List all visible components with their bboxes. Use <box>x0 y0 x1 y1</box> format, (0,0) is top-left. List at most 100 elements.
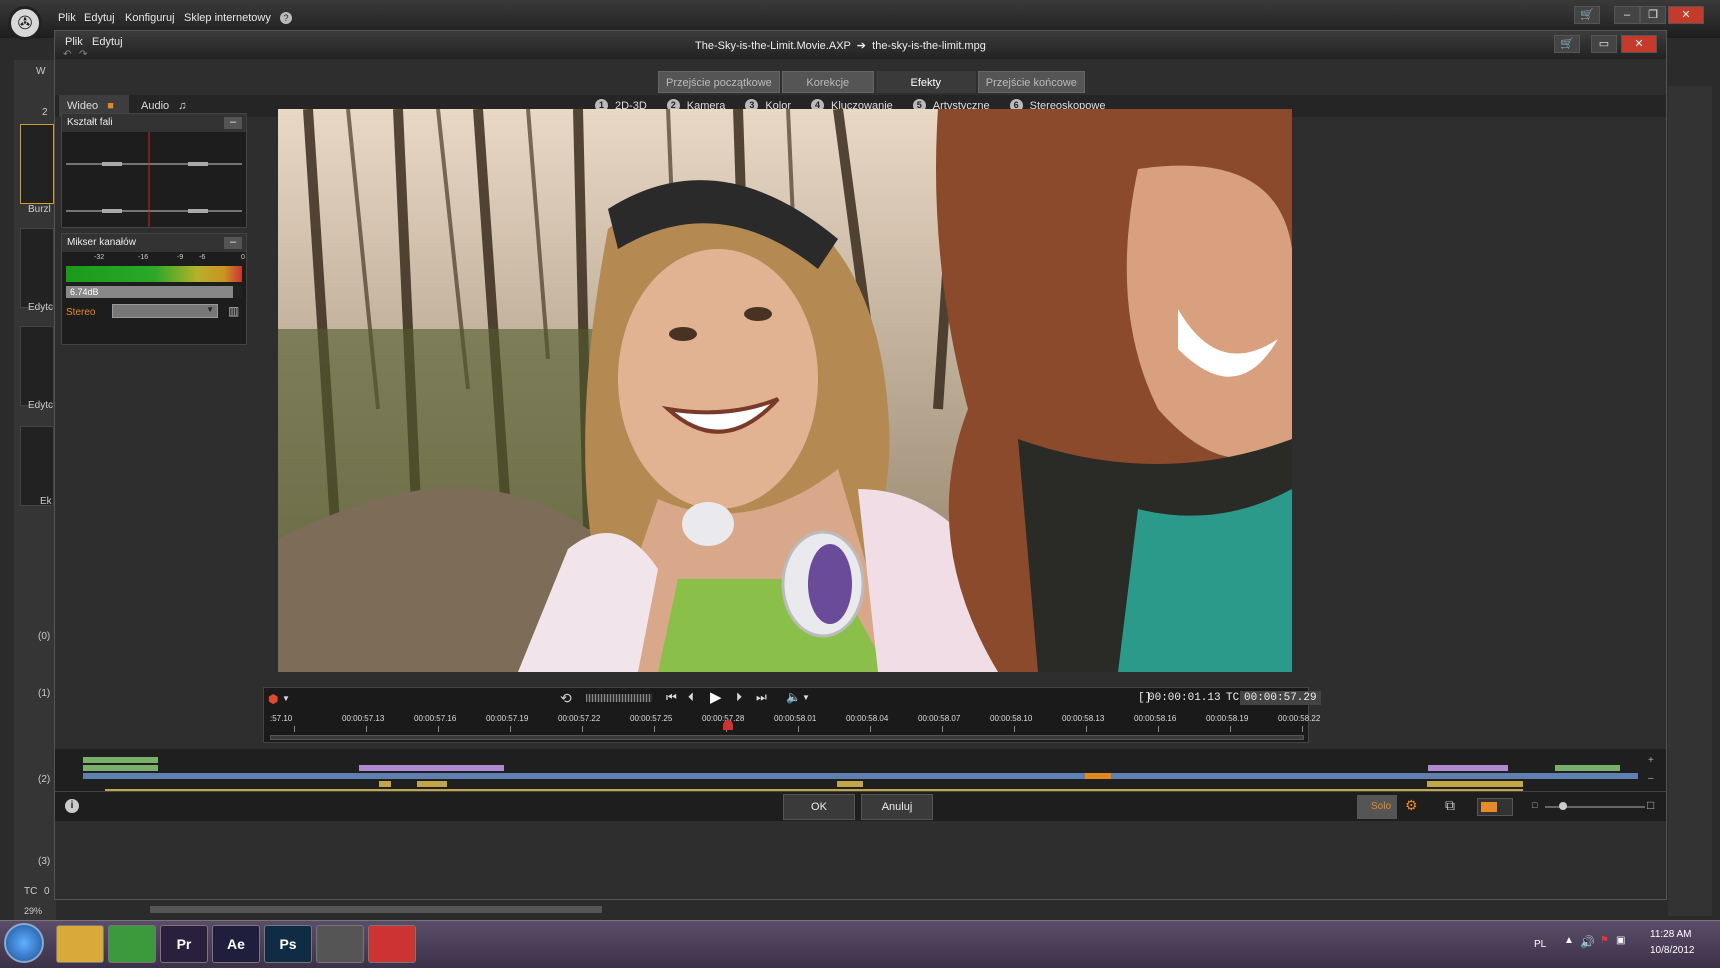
waveform-display <box>66 132 242 227</box>
ruler-tick-label: 00:00:58.19 <box>1206 714 1249 723</box>
clock-date[interactable]: 10/8/2012 <box>1650 945 1695 956</box>
taskbar-smiley-icon[interactable] <box>368 925 416 963</box>
ruler-tick <box>1230 726 1231 732</box>
ruler-tick-label: 00:00:58.10 <box>990 714 1033 723</box>
tray-arrow-icon[interactable]: ▲ <box>1564 935 1574 946</box>
outer-minimize-button[interactable]: – <box>1614 6 1640 24</box>
taskbar-explorer-icon[interactable] <box>56 925 104 963</box>
zoom-slider[interactable] <box>1545 802 1645 810</box>
video-frame <box>278 109 1292 672</box>
right-panel-strip <box>1668 86 1712 916</box>
library-thumbnail[interactable] <box>20 326 54 406</box>
timeline-clip[interactable] <box>417 781 447 787</box>
video-preview <box>278 109 1292 672</box>
outer-scrollbar[interactable] <box>150 906 602 913</box>
solo-button[interactable]: Solo <box>1357 795 1397 819</box>
ok-button[interactable]: OK <box>783 794 855 820</box>
gain-slider[interactable]: 6.74dB <box>66 286 242 298</box>
ruler-tick-label: 00:00:58.01 <box>774 714 817 723</box>
clock-time[interactable]: 11:28 AM <box>1650 929 1692 940</box>
dialog-maximize-button[interactable]: ▭ <box>1591 35 1617 53</box>
taskbar-aftereffects-icon[interactable]: Ae <box>212 925 260 963</box>
dialog-cart-icon[interactable]: 🛒 <box>1554 35 1580 53</box>
tab-outro-transition[interactable]: Przejście końcowe <box>977 71 1085 93</box>
library-thumbnail[interactable] <box>20 124 54 204</box>
timeline-clip[interactable] <box>83 757 158 763</box>
outer-menu-file[interactable]: Plik <box>58 12 76 24</box>
flag-icon[interactable]: ⚑ <box>1600 935 1609 946</box>
outer-menu-store[interactable]: Sklep internetowy <box>184 12 271 24</box>
help-icon[interactable]: ? <box>280 12 292 24</box>
ruler-tick-label: 00:00:57.19 <box>486 714 529 723</box>
transport-bar: ⬢ ▼ ⟲ ⏮ ⏴ ▶ ⏵ ⏭ 🔈 ▼ [] 00:00:01.13 TC 00… <box>263 687 1321 743</box>
outer-cart-icon[interactable]: 🛒 <box>1574 6 1600 24</box>
outer-menu-configure[interactable]: Konfiguruj <box>125 12 175 24</box>
info-icon[interactable]: i <box>65 799 79 813</box>
mode-dropdown[interactable]: ▼ <box>112 304 218 318</box>
tab-effects[interactable]: Efekty <box>875 71 976 93</box>
outer-menu-edit[interactable]: Edytuj <box>84 12 115 24</box>
timeline-clip[interactable] <box>1427 781 1523 787</box>
taskbar-premiere-icon[interactable]: Pr <box>160 925 208 963</box>
taskbar-chrome-icon[interactable] <box>108 925 156 963</box>
redo-icon[interactable]: ↷ <box>79 49 87 60</box>
timeline-selection[interactable] <box>1085 773 1111 779</box>
mixer-mode-row: Stereo ▼ ▥ <box>62 298 246 324</box>
ruler-tick <box>510 726 511 732</box>
timeline-clip[interactable] <box>83 765 158 771</box>
mini-timeline[interactable]: + – <box>55 749 1666 794</box>
ruler-scrollbar[interactable] <box>270 735 1304 740</box>
scale-tick: 0 <box>241 254 245 261</box>
gain-value: 6.74dB <box>70 287 99 297</box>
tc-value: 0 <box>44 886 50 897</box>
settings-icon[interactable]: ⚙ <box>1405 797 1418 814</box>
ruler-tick-label: 00:00:58.16 <box>1134 714 1177 723</box>
ruler-tick <box>798 726 799 732</box>
timeline-track[interactable] <box>83 773 1638 779</box>
external-monitor-icon[interactable]: ⧉ <box>1445 797 1455 814</box>
scale-tick: -6 <box>199 254 206 261</box>
cancel-button[interactable]: Anuluj <box>861 794 933 820</box>
ruler-tick-label: 00:00:58.13 <box>1062 714 1105 723</box>
speaker-icon[interactable]: 🔊 <box>1580 935 1595 949</box>
collapse-button[interactable]: – <box>224 117 242 129</box>
equalizer-icon[interactable]: ▥ <box>228 304 239 318</box>
meter-scale: -32 -16 -9 -6 0 <box>62 252 246 266</box>
zoom-out-icon[interactable]: – <box>1648 773 1654 784</box>
ruler-tick-label: 00:00:57.22 <box>558 714 601 723</box>
timeline-clip[interactable] <box>359 765 504 771</box>
outer-close-button[interactable]: ✕ <box>1668 6 1704 24</box>
zoom-small-icon: □ <box>1532 800 1538 810</box>
dialog-close-button[interactable]: ✕ <box>1621 35 1657 53</box>
network-icon[interactable]: ▣ <box>1616 935 1625 946</box>
ruler-tick <box>438 726 439 732</box>
track-label: (1) <box>38 688 51 699</box>
waveform-panel: Kształt fali – <box>61 113 247 228</box>
timeline-clip[interactable] <box>1428 765 1508 771</box>
collapse-button[interactable]: – <box>224 237 242 249</box>
undo-icon[interactable]: ↶ <box>63 49 71 60</box>
zoom-slider-thumb[interactable] <box>1559 802 1567 810</box>
timeline-clip[interactable] <box>837 781 863 787</box>
library-thumbnail[interactable] <box>20 426 54 506</box>
tab-corrections[interactable]: Korekcje <box>781 71 874 93</box>
color-swatch-dropdown[interactable] <box>1477 798 1513 816</box>
outer-restore-button[interactable]: ❐ <box>1640 6 1666 24</box>
language-indicator[interactable]: PL <box>1534 939 1546 950</box>
ruler-tick-label: 00:00:57.25 <box>630 714 673 723</box>
dialog-menu-file[interactable]: Plik <box>65 36 83 48</box>
taskbar-photoshop-icon[interactable]: Ps <box>264 925 312 963</box>
scale-tick: -9 <box>177 254 184 261</box>
tab-intro-transition[interactable]: Przejście początkowe <box>658 71 780 93</box>
dialog-menu-edit[interactable]: Edytuj <box>92 36 123 48</box>
tab-video-label: Wideo <box>67 100 99 112</box>
ruler-tick <box>294 726 295 732</box>
playhead-handle[interactable] <box>723 720 733 730</box>
zoom-in-icon[interactable]: + <box>1648 755 1654 766</box>
start-button[interactable] <box>4 923 44 963</box>
taskbar-studio-icon[interactable] <box>316 925 364 963</box>
library-thumbnail[interactable] <box>20 228 54 308</box>
timeline-clip[interactable] <box>379 781 391 787</box>
track-label: (3) <box>38 856 51 867</box>
timeline-clip[interactable] <box>1555 765 1620 771</box>
